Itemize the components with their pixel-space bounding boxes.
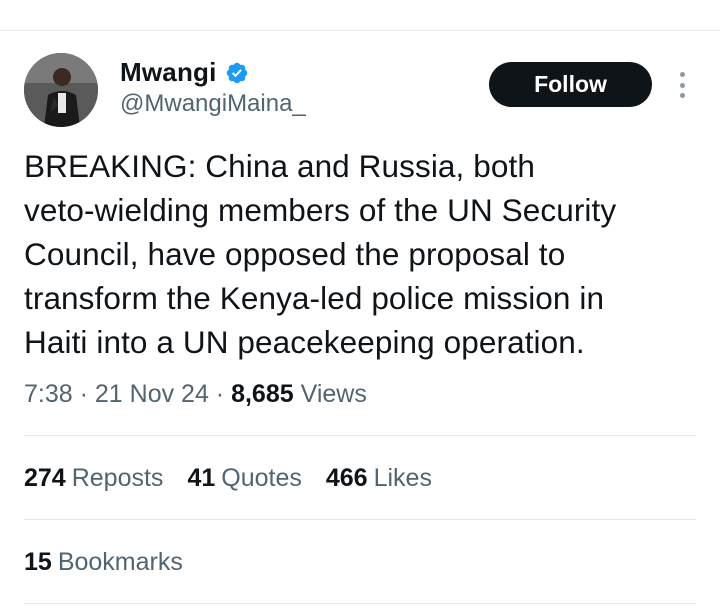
tweet-time[interactable]: 7:38 [24, 380, 73, 408]
divider [24, 603, 696, 604]
reposts-label: Reposts [71, 464, 164, 492]
bookmarks-count: 15 [24, 548, 52, 576]
quotes-stat[interactable]: 41 Quotes [187, 464, 301, 493]
avatar-photo [24, 53, 98, 127]
verified-badge-icon [225, 61, 249, 85]
bookmarks-label: Bookmarks [57, 548, 183, 576]
bookmarks-stat[interactable]: 15 Bookmarks [24, 548, 183, 577]
author-handle[interactable]: @MwangiMaina_ [120, 90, 306, 118]
tweet-meta: 7:38 · 21 Nov 24 · 8,685 Views [24, 380, 367, 409]
reposts-count: 274 [24, 464, 66, 492]
top-divider [0, 30, 720, 31]
views-count: 8,685 [231, 380, 294, 408]
quotes-count: 41 [187, 464, 216, 492]
author-display-name[interactable]: Mwangi [120, 57, 217, 88]
more-dot [679, 93, 685, 98]
likes-stat[interactable]: 466 Likes [326, 464, 432, 493]
more-dot [679, 82, 685, 88]
more-dot [679, 72, 685, 77]
more-vertical-icon[interactable] [672, 70, 692, 100]
follow-button[interactable]: Follow [489, 62, 652, 107]
quotes-label: Quotes [221, 464, 302, 492]
tweet-date[interactable]: 21 Nov 24 [95, 380, 209, 408]
divider [24, 435, 696, 436]
avatar[interactable] [24, 53, 98, 127]
meta-separator: · [72, 380, 95, 408]
author-name-row: Mwangi [120, 57, 249, 88]
meta-separator: · [208, 380, 232, 408]
views-label: Views [300, 380, 367, 408]
divider [24, 519, 696, 520]
tweet-text: BREAKING: China and Russia, both veto-wi… [24, 148, 617, 360]
likes-label: Likes [373, 464, 432, 492]
likes-count: 466 [325, 464, 368, 492]
reposts-stat[interactable]: 274 Reposts [24, 464, 163, 493]
engagement-stats: 274 Reposts 41 Quotes 466 Likes [24, 464, 456, 493]
